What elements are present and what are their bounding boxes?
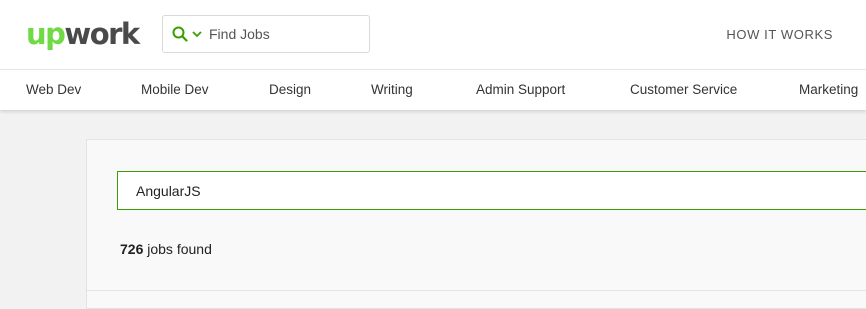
search-results-panel: 726 jobs found [86,139,866,309]
top-header: upwork HOW IT WORKS [0,0,866,69]
find-jobs-input[interactable] [209,26,359,42]
category-writing[interactable]: Writing [371,82,413,97]
category-mobile-dev[interactable]: Mobile Dev [141,82,209,97]
logo-work-text: work [64,16,140,51]
results-count-number: 726 [120,241,144,257]
category-design[interactable]: Design [269,82,311,97]
chevron-down-icon[interactable] [191,28,203,40]
search-icon[interactable] [171,25,189,43]
job-search-input[interactable] [136,182,836,199]
category-web-dev[interactable]: Web Dev [26,82,81,97]
category-marketing[interactable]: Marketing [799,82,858,97]
results-count-label: jobs found [143,241,212,257]
category-nav: Web Dev Mobile Dev Design Writing Admin … [0,69,866,110]
find-jobs-search-box[interactable] [162,15,370,53]
logo-up-text: up [26,16,66,51]
upwork-logo[interactable]: upwork [26,16,140,52]
category-admin-support[interactable]: Admin Support [476,82,565,97]
category-customer-service[interactable]: Customer Service [630,82,737,97]
how-it-works-link[interactable]: HOW IT WORKS [726,27,833,42]
divider [87,290,866,291]
results-count: 726 jobs found [120,241,212,257]
job-search-box[interactable] [117,171,866,210]
